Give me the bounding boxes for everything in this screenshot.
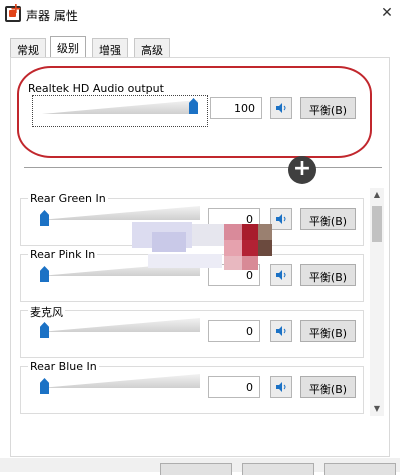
- channel-value[interactable]: 0: [208, 376, 260, 398]
- ok-button[interactable]: [160, 463, 232, 475]
- channel-mute-button[interactable]: [270, 264, 292, 286]
- channel-mute-button[interactable]: [270, 320, 292, 342]
- cancel-button[interactable]: [242, 463, 314, 475]
- speaker-icon: [276, 326, 286, 336]
- tab-levels[interactable]: 级别: [50, 36, 86, 57]
- channel-value[interactable]: 0: [208, 320, 260, 342]
- apply-button[interactable]: [324, 463, 396, 475]
- speaker-icon: [276, 382, 286, 392]
- channel-balance-button[interactable]: 平衡(B): [300, 320, 356, 342]
- tab-advanced[interactable]: 高级: [134, 38, 170, 57]
- add-icon[interactable]: +: [288, 156, 316, 184]
- channel-balance-button[interactable]: 平衡(B): [300, 264, 356, 286]
- title-bar: + 声器 属性 ✕: [0, 0, 400, 30]
- vertical-scrollbar[interactable]: ▲ ▼: [370, 188, 384, 416]
- window-title: 声器 属性: [26, 9, 78, 23]
- speaker-icon: [276, 214, 286, 224]
- speaker-icon: [276, 270, 286, 280]
- scroll-thumb[interactable]: [372, 206, 382, 242]
- channel-balance-button[interactable]: 平衡(B): [300, 208, 356, 230]
- app-icon: +: [5, 2, 22, 22]
- channel-label: 麦克风: [28, 304, 65, 320]
- scroll-down-icon[interactable]: ▼: [370, 402, 384, 416]
- close-button[interactable]: ✕: [377, 3, 397, 23]
- channel-label: Rear Pink In: [28, 248, 98, 261]
- section-divider: [24, 167, 382, 168]
- channel-balance-button[interactable]: 平衡(B): [300, 376, 356, 398]
- channel-label: Rear Green In: [28, 192, 108, 205]
- channel-label: Rear Blue In: [28, 360, 99, 373]
- channel-list: Rear Green In 0 平衡(B) Rear Pink In 0 平衡(…: [16, 186, 386, 418]
- channel-mute-button[interactable]: [270, 376, 292, 398]
- highlight-annotation: [17, 66, 372, 158]
- tab-enhancements[interactable]: 增强: [92, 38, 128, 57]
- tab-general[interactable]: 常规: [10, 38, 46, 57]
- channel-mute-button[interactable]: [270, 208, 292, 230]
- scroll-up-icon[interactable]: ▲: [370, 188, 384, 202]
